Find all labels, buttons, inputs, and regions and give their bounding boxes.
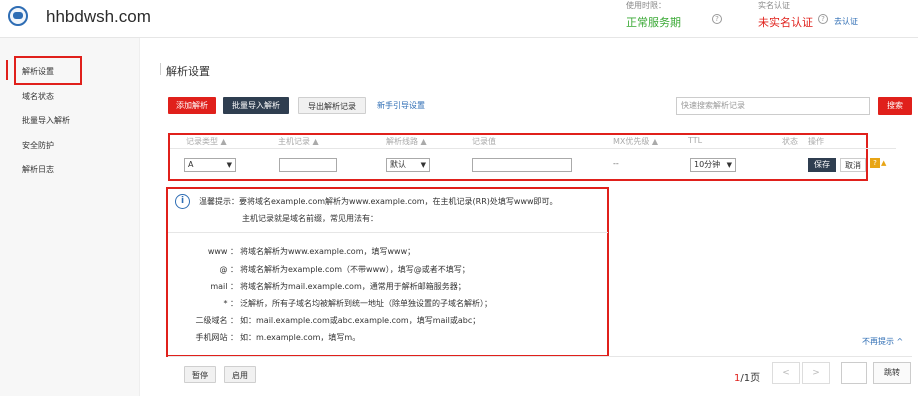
info-icon: i — [175, 194, 190, 209]
record-type-value: A — [188, 160, 194, 169]
tip-divider — [168, 232, 608, 233]
record-example-key: 手机网站 ： — [195, 333, 238, 342]
export-records-button[interactable]: 导出解析记录 — [298, 97, 366, 114]
records-table-highlight — [168, 133, 868, 181]
tip-panel-border — [168, 356, 912, 357]
record-value-input[interactable] — [472, 158, 572, 172]
record-example-desc: 如：m.example.com，填写m。 — [240, 333, 361, 342]
line-value: 默认 — [390, 160, 406, 169]
domain-logo-icon — [8, 6, 28, 26]
line-select[interactable]: 默认 ▼ — [386, 158, 430, 172]
record-example-key: * ： — [223, 299, 238, 308]
sidebar-active-indicator — [6, 60, 8, 80]
realname-help-icon[interactable]: ? — [818, 14, 828, 24]
hide-tip-link[interactable]: 不再提示 ^ — [862, 336, 903, 347]
batch-import-button[interactable]: 批量导入解析 — [223, 97, 289, 114]
add-record-button[interactable]: 添加解析 — [168, 97, 216, 114]
total-pages: /1页 — [740, 373, 761, 384]
usage-label: 使用时限： — [626, 1, 666, 10]
record-example-desc: 将域名解析为www.example.com，填写www； — [240, 247, 416, 256]
ttl-value: 10分钟 — [694, 160, 721, 169]
search-button[interactable]: 搜索 — [878, 97, 912, 115]
sidebar-item-batch-import[interactable]: 批量导入解析 — [22, 115, 70, 126]
cancel-button[interactable]: 取消 — [840, 158, 866, 172]
record-example-desc: 泛解析，所有子域名均被解析到统一地址（除单独设置的子域名解析）； — [240, 299, 492, 308]
usage-status: 正常服务期 — [626, 16, 681, 29]
prev-page-button[interactable]: < — [772, 362, 800, 384]
column-host-record[interactable]: 主机记录 ▲ — [278, 136, 319, 147]
guide-settings-link[interactable]: 新手引导设置 — [377, 100, 425, 111]
realname-status: 未实名认证 — [758, 16, 813, 29]
record-example-key: @ ： — [219, 265, 238, 274]
record-example-key: mail ： — [210, 282, 238, 291]
sidebar-item-dns-log[interactable]: 解析日志 — [22, 164, 54, 175]
realname-label: 实名认证 — [758, 1, 790, 10]
column-status: 状态 — [782, 137, 798, 146]
record-example-desc: 将域名解析为example.com（不带www），填写@或者不填写； — [240, 265, 470, 274]
chevron-down-icon: ▼ — [420, 161, 426, 169]
verify-link[interactable]: 去认证 — [834, 16, 858, 27]
caret-up-icon: ▲ — [881, 159, 887, 167]
page-number-input[interactable] — [841, 362, 867, 384]
column-record-value: 记录值 — [472, 137, 496, 146]
host-record-input[interactable] — [279, 158, 337, 172]
top-header: hhbdwsh.com 使用时限： 正常服务期 ? 实名认证 未实名认证 ? 去… — [0, 0, 918, 38]
enable-button[interactable]: 启用 — [224, 366, 256, 383]
tip-line-1: 温馨提示：要将域名example.com解析为www.example.com，在… — [199, 197, 558, 206]
record-example-key: 二级域名 ： — [195, 316, 238, 325]
tip-line-2: 主机记录就是域名前缀，常见用法有： — [242, 214, 378, 223]
column-line[interactable]: 解析线路 ▲ — [386, 136, 427, 147]
jump-button[interactable]: 跳转 — [873, 362, 911, 384]
save-button[interactable]: 保存 — [808, 158, 836, 172]
column-mx-priority[interactable]: MX优先级 ▲ — [613, 136, 658, 147]
record-example-key: www ： — [207, 247, 238, 256]
record-type-select[interactable]: A ▼ — [184, 158, 236, 172]
record-example-desc: 如：mail.example.com或abc.example.com，填写mai… — [240, 316, 481, 325]
sidebar: 解析设置 域名状态 批量导入解析 安全防护 解析日志 — [0, 38, 140, 396]
column-record-type[interactable]: 记录类型 ▲ — [186, 136, 227, 147]
pause-button[interactable]: 暂停 — [184, 366, 216, 383]
sidebar-item-domain-status[interactable]: 域名状态 — [22, 91, 54, 102]
chevron-down-icon: ▼ — [226, 161, 232, 169]
ttl-select[interactable]: 10分钟 ▼ — [690, 158, 736, 172]
next-page-button[interactable]: > — [802, 362, 830, 384]
usage-help-icon[interactable]: ? — [712, 14, 722, 24]
row-help-icon[interactable]: ? — [870, 158, 880, 168]
column-ttl: TTL — [688, 136, 703, 145]
mx-priority-value: -- — [613, 159, 619, 168]
sidebar-item-security[interactable]: 安全防护 — [22, 140, 54, 151]
page-title-divider — [160, 63, 161, 75]
table-header-divider — [170, 148, 896, 149]
record-example-desc: 将域名解析为mail.example.com，通常用于解析邮箱服务器； — [240, 282, 466, 291]
column-operations: 操作 — [808, 137, 824, 146]
chevron-down-icon: ▼ — [726, 161, 732, 169]
sidebar-item-dns-settings[interactable]: 解析设置 — [22, 66, 54, 77]
search-input[interactable]: 快速搜索解析记录 — [676, 97, 870, 115]
domain-title: hhbdwsh.com — [46, 7, 151, 26]
pagination-info: 1/1页 — [734, 369, 760, 384]
page-title: 解析设置 — [166, 65, 210, 78]
